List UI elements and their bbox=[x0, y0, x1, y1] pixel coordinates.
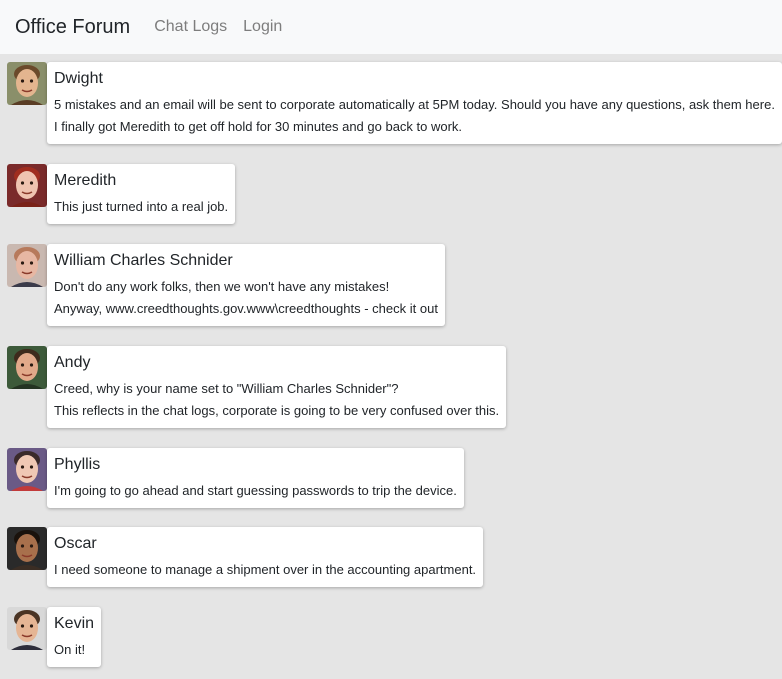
brand-link[interactable]: Office Forum bbox=[15, 16, 130, 39]
message-text: I'm going to go ahead and start guessing… bbox=[54, 483, 457, 498]
message-item: William Charles Schnider Don't do any wor… bbox=[7, 244, 445, 326]
message-author: William Charles Schnider bbox=[54, 252, 233, 269]
nav-link-login[interactable]: Login bbox=[243, 18, 282, 36]
andy-avatar-icon bbox=[7, 346, 47, 389]
navbar: Office Forum Chat Logs Login bbox=[0, 0, 782, 54]
nav-link-chat-logs[interactable]: Chat Logs bbox=[154, 18, 227, 36]
william-avatar-icon bbox=[7, 244, 47, 287]
oscar-avatar-icon bbox=[7, 527, 47, 570]
message-text: This just turned into a real job. bbox=[54, 199, 229, 214]
message-author: Oscar bbox=[54, 535, 97, 552]
message-text: On it! bbox=[54, 642, 86, 657]
message-card: Kevin On it! bbox=[47, 607, 102, 667]
message-card: Phyllis I'm going to go ahead and start g… bbox=[47, 448, 464, 508]
kevin-avatar-icon bbox=[7, 607, 47, 650]
message-author: Andy bbox=[54, 354, 91, 371]
message-text: This reflects in the chat logs, corporat… bbox=[54, 403, 500, 418]
message-text: Don't do any work folks, then we won't h… bbox=[54, 279, 390, 294]
message-text: 5 mistakes and an email will be sent to … bbox=[54, 97, 775, 112]
message-item: Oscar I need someone to manage a shipment… bbox=[7, 527, 484, 587]
phyllis-avatar-icon bbox=[7, 448, 47, 491]
message-author: Phyllis bbox=[54, 456, 101, 473]
message-item: Kevin On it! bbox=[7, 607, 102, 667]
meredith-avatar-icon bbox=[7, 164, 47, 207]
message-card: Oscar I need someone to manage a shipment… bbox=[47, 527, 484, 587]
message-author: Kevin bbox=[54, 615, 95, 632]
message-text: I finally got Meredith to get off hold f… bbox=[54, 119, 463, 134]
message-author: Meredith bbox=[54, 172, 117, 189]
message-card: William Charles Schnider Don't do any wor… bbox=[47, 244, 445, 326]
message-item: Andy Creed, why is your name set to "Will… bbox=[7, 346, 507, 428]
message-card: Meredith This just turned into a real job… bbox=[47, 164, 236, 224]
message-card: Dwight 5 mistakes and an email will be se… bbox=[47, 62, 782, 144]
message-item: Meredith This just turned into a real job… bbox=[7, 164, 236, 224]
message-author: Dwight bbox=[54, 70, 103, 87]
message-text: Creed, why is your name set to "William … bbox=[54, 381, 399, 396]
message-item: Phyllis I'm going to go ahead and start g… bbox=[7, 448, 464, 508]
message-card: Andy Creed, why is your name set to "Will… bbox=[47, 346, 507, 428]
message-item: Dwight 5 mistakes and an email will be se… bbox=[7, 62, 782, 144]
message-text: Anyway, www.creedthoughts.gov.www\creedt… bbox=[54, 301, 438, 316]
message-text: I need someone to manage a shipment over… bbox=[54, 562, 477, 577]
dwight-avatar-icon bbox=[7, 62, 47, 105]
